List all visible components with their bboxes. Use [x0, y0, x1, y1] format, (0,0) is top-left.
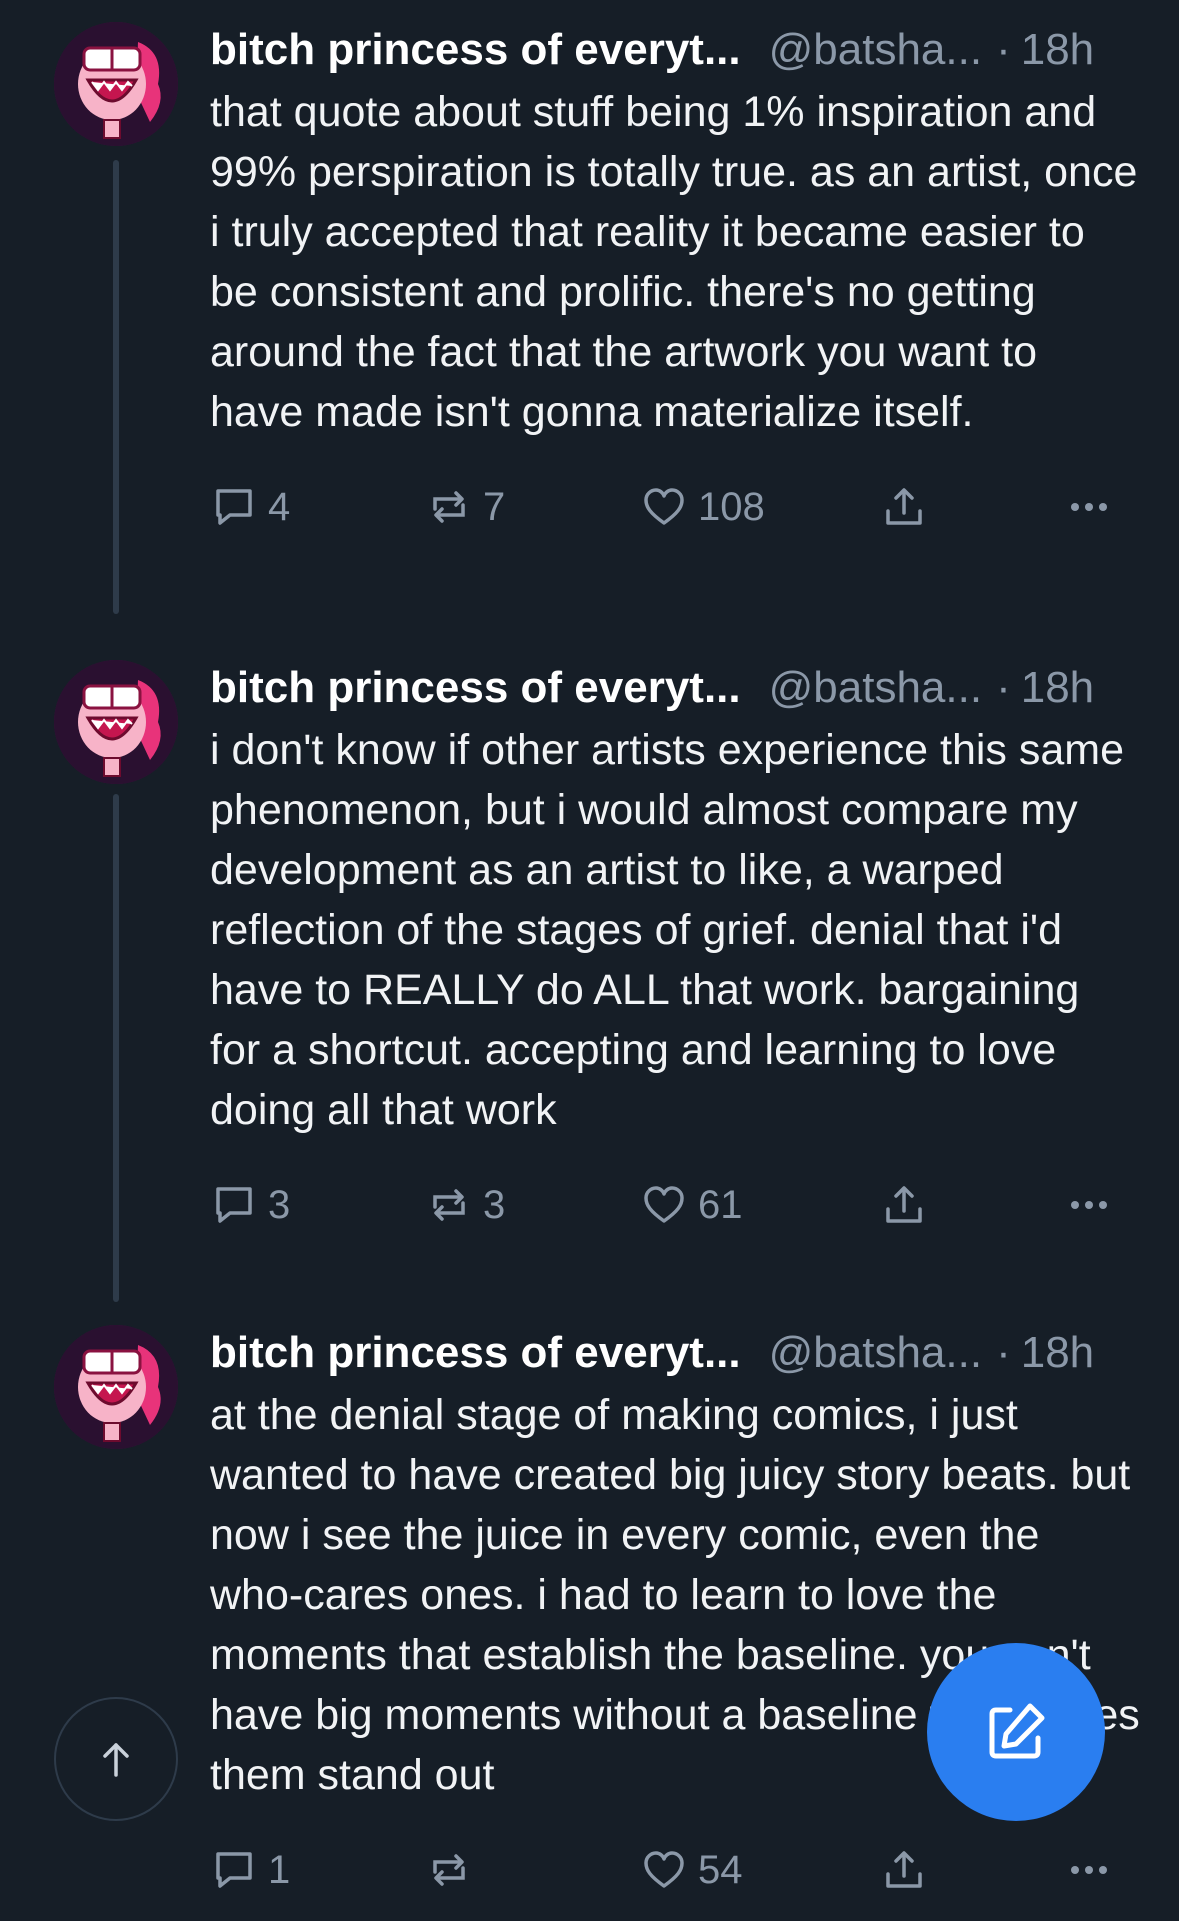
- post-actions: 4 7 108: [210, 472, 1139, 542]
- more-options-button[interactable]: [1065, 1835, 1113, 1905]
- separator-dot: ·: [996, 25, 1011, 74]
- arrow-up-icon: [103, 1743, 129, 1777]
- thread-connector-line: [113, 794, 119, 1302]
- avatar[interactable]: [54, 22, 178, 146]
- share-upload-icon: [886, 1851, 922, 1888]
- post-header: bitch princess of everyt... @batsha... ·…: [210, 22, 1139, 78]
- ellipsis-icon: [1071, 1201, 1107, 1209]
- like-count: 54: [698, 1847, 743, 1892]
- repost-count: 3: [483, 1182, 506, 1227]
- repost-count: 7: [483, 484, 506, 529]
- post-actions: 1 54: [210, 1835, 1139, 1905]
- heart-icon: [644, 488, 684, 525]
- reply-count: 1: [268, 1847, 291, 1892]
- post-text: i don't know if other artists experience…: [210, 726, 1125, 1134]
- avatar[interactable]: [54, 660, 178, 784]
- share-upload-icon: [886, 1186, 922, 1223]
- post[interactable]: bitch princess of everyt... @batsha... ·…: [0, 642, 1179, 1307]
- avatar-illustration: [54, 22, 178, 146]
- reply-button[interactable]: 1: [210, 1835, 290, 1905]
- compose-pen-icon: [989, 1703, 1045, 1759]
- thread: bitch princess of everyt... @batsha... ·…: [0, 0, 1179, 1905]
- author-name[interactable]: bitch princess of everyt...: [210, 22, 741, 78]
- avatar[interactable]: [54, 1325, 178, 1449]
- repost-arrows-icon: [433, 1854, 465, 1886]
- avatar-illustration: [54, 660, 178, 784]
- author-handle[interactable]: @batsha...: [769, 1325, 982, 1381]
- reply-button[interactable]: 4: [210, 472, 290, 542]
- heart-icon: [644, 1851, 684, 1888]
- more-options-button[interactable]: [1065, 472, 1113, 542]
- reply-count: 4: [268, 484, 291, 529]
- post-time: 18h: [1020, 25, 1095, 74]
- ellipsis-icon: [1071, 503, 1107, 511]
- repost-arrows-icon: [433, 1189, 465, 1221]
- reply-button[interactable]: 3: [210, 1170, 290, 1240]
- share-button[interactable]: [880, 1835, 928, 1905]
- author-name[interactable]: bitch princess of everyt...: [210, 660, 741, 716]
- separator-dot: ·: [996, 663, 1011, 712]
- scroll-to-top-button[interactable]: [54, 1697, 178, 1821]
- ellipsis-icon: [1071, 1866, 1107, 1874]
- author-handle[interactable]: @batsha...: [769, 660, 982, 716]
- more-options-button[interactable]: [1065, 1170, 1113, 1240]
- share-button[interactable]: [880, 472, 928, 542]
- post-header: bitch princess of everyt... @batsha... ·…: [210, 660, 1139, 716]
- like-button[interactable]: 108: [640, 472, 765, 542]
- speech-bubble-icon: [216, 1187, 252, 1223]
- share-button[interactable]: [880, 1170, 928, 1240]
- avatar-illustration: [54, 1325, 178, 1449]
- post-header: bitch princess of everyt... @batsha... ·…: [210, 1325, 1139, 1381]
- post-text: that quote about stuff being 1% inspirat…: [210, 88, 1138, 436]
- post-time: 18h: [1020, 1328, 1095, 1377]
- speech-bubble-icon: [216, 489, 252, 525]
- reply-count: 3: [268, 1182, 291, 1227]
- like-count: 108: [698, 484, 765, 529]
- thread-connector-line: [113, 160, 119, 614]
- separator-dot: ·: [996, 1328, 1011, 1377]
- repost-button[interactable]: [425, 1835, 483, 1905]
- post-time: 18h: [1020, 663, 1095, 712]
- repost-button[interactable]: 7: [425, 472, 505, 542]
- author-name[interactable]: bitch princess of everyt...: [210, 1325, 741, 1381]
- compose-button[interactable]: [927, 1643, 1105, 1821]
- speech-bubble-icon: [216, 1852, 252, 1888]
- post-actions: 3 3 61: [210, 1170, 1139, 1240]
- post[interactable]: bitch princess of everyt... @batsha... ·…: [0, 0, 1179, 642]
- repost-arrows-icon: [433, 491, 465, 523]
- repost-button[interactable]: 3: [425, 1170, 505, 1240]
- author-handle[interactable]: @batsha...: [769, 22, 982, 78]
- share-upload-icon: [886, 488, 922, 525]
- like-button[interactable]: 54: [640, 1835, 743, 1905]
- heart-icon: [644, 1186, 684, 1223]
- like-count: 61: [698, 1182, 743, 1227]
- like-button[interactable]: 61: [640, 1170, 743, 1240]
